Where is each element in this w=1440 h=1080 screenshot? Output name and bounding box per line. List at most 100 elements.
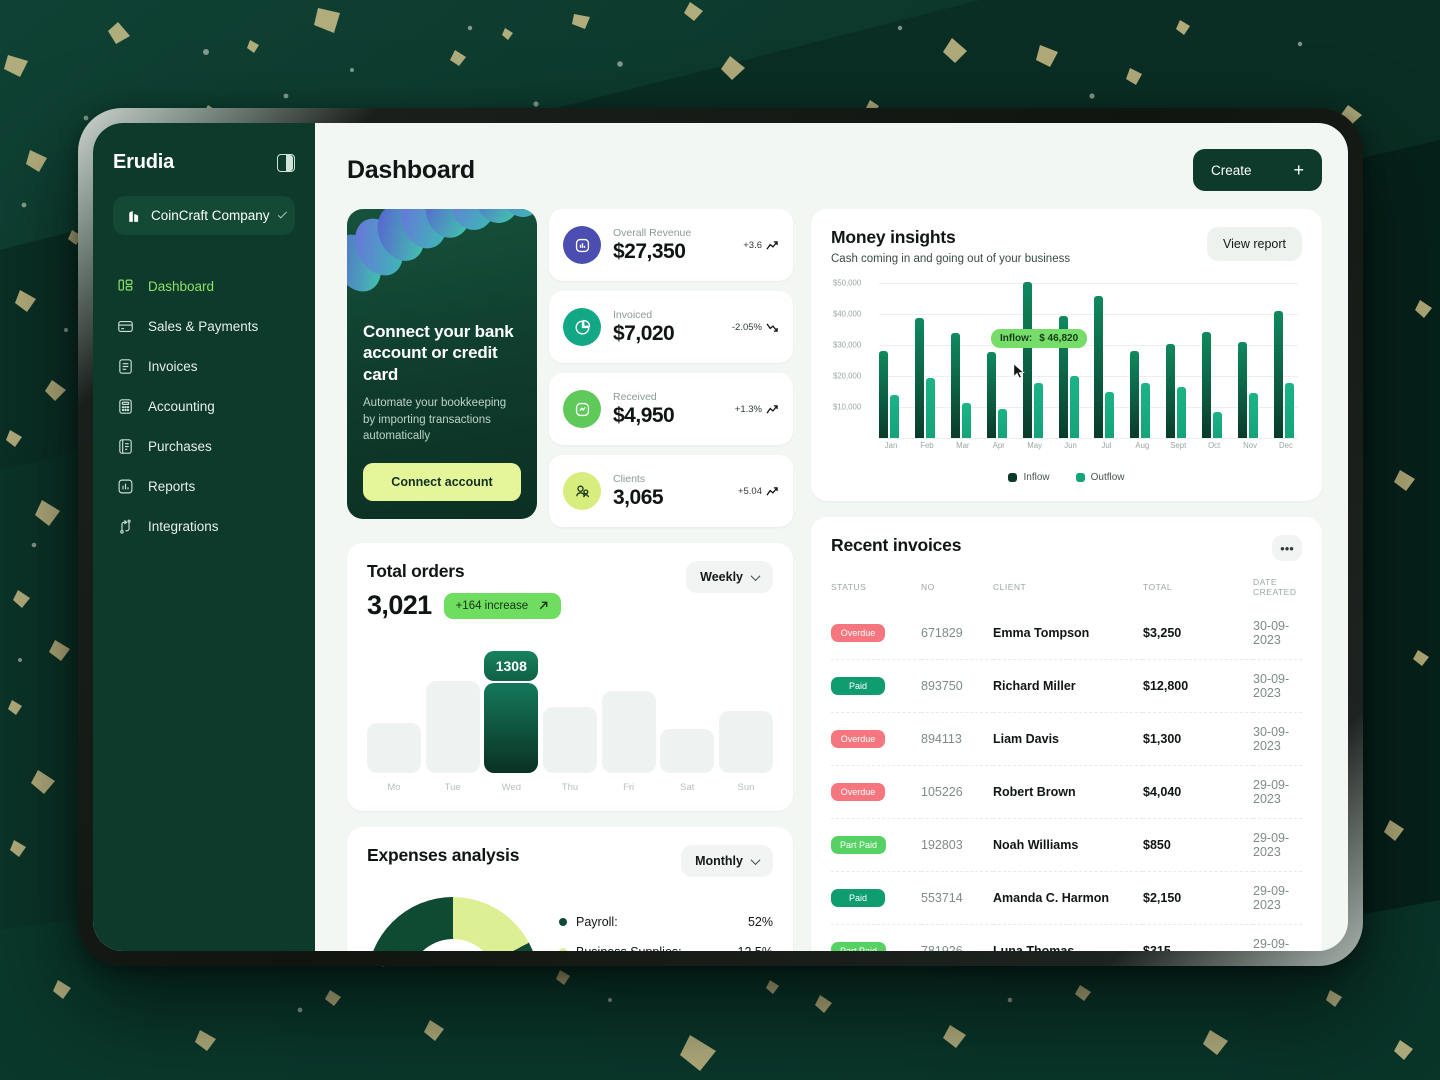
status-badge: Part Paid <box>831 942 887 951</box>
page-header: Dashboard Create + <box>347 149 1322 191</box>
total-orders-period-select[interactable]: Weekly <box>686 561 773 593</box>
sidebar-item-label: Integrations <box>148 519 219 534</box>
sidebar-item-label: Accounting <box>148 399 215 414</box>
expenses-period-select[interactable]: Monthly <box>681 845 773 877</box>
legend-item-outflow: Outflow <box>1075 472 1125 483</box>
table-row[interactable]: Paid 893750 Richard Miller $12,800 30-09-202… <box>831 659 1302 713</box>
bar-group-feb[interactable] <box>914 318 939 438</box>
activity-icon <box>563 390 601 428</box>
cell-date: 30-09-2023 <box>1253 607 1302 660</box>
card-icon <box>118 320 133 333</box>
bar-group-mar[interactable] <box>950 333 975 438</box>
users-icon <box>563 472 601 510</box>
orders-bar-label: Mo <box>387 782 401 793</box>
table-row[interactable]: Overdue 671829 Emma Tompson $3,250 30-09-202… <box>831 607 1302 660</box>
cell-total: $3,250 <box>1143 607 1253 660</box>
bar-chart-icon <box>118 479 133 494</box>
stat-value: $4,950 <box>613 403 675 427</box>
stat-card-clients[interactable]: Clients 3,065 +5.04 <box>549 455 793 527</box>
table-row[interactable]: Part Paid 192803 Noah Williams $850 29-09-20… <box>831 818 1302 872</box>
expenses-legend-item: Business Supplies: 12,5% <box>559 945 773 951</box>
stats-cards: Overall Revenue $27,350 +3.6 Invoiced $7… <box>549 209 793 527</box>
x-axis-label: Feb <box>920 441 934 450</box>
orders-bar-tue[interactable]: Tue <box>425 681 480 793</box>
stat-delta: +3.6 <box>743 240 779 251</box>
trend-down-icon <box>766 322 778 332</box>
x-axis-label: Oct <box>1208 441 1221 450</box>
money-insights-title: Money insights <box>831 227 956 247</box>
money-insights-card: Money insights Cash coming in and going … <box>811 209 1322 501</box>
sidebar-header: Erudia <box>113 151 295 174</box>
sidebar-item-sales-payments[interactable]: Sales & Payments <box>113 309 295 344</box>
promo-and-stats-row: Connect your bank account or credit card… <box>347 209 793 527</box>
orders-bar-sun[interactable]: Sun <box>718 711 773 793</box>
sidebar-item-accounting[interactable]: Accounting <box>113 389 295 424</box>
x-axis-label: Nov <box>1243 441 1257 450</box>
table-row[interactable]: Overdue 894113 Liam Davis $1,300 30-09-2023 <box>831 712 1302 766</box>
create-button[interactable]: Create + <box>1192 149 1322 191</box>
sidebar-item-integrations[interactable]: Integrations <box>113 509 295 544</box>
trend-up-icon <box>766 240 778 250</box>
bar-group-jul[interactable] <box>1094 296 1118 438</box>
orders-bar-thu[interactable]: Thu <box>542 707 597 793</box>
chart-tooltip: Inflow: $ 46,820 <box>991 329 1088 348</box>
orders-bar-mo[interactable]: Mo <box>367 723 421 793</box>
cell-no: 553714 <box>921 871 993 925</box>
legend-dot-icon <box>1075 473 1085 482</box>
expenses-legend-item: Payroll: 52% <box>559 915 773 929</box>
trend-up-icon <box>766 486 778 496</box>
expenses-legend-value: 12,5% <box>738 945 773 951</box>
bar-group-jan[interactable] <box>879 351 903 438</box>
orders-bar-fri[interactable]: Fri <box>601 691 656 793</box>
sidebar-item-dashboard[interactable]: Dashboard <box>113 269 295 304</box>
connect-account-button[interactable]: Connect account <box>363 463 521 501</box>
legend-label: Inflow <box>1023 472 1050 483</box>
orders-bar-wed[interactable]: 1308 Wed <box>484 651 539 793</box>
expenses-donut-chart <box>367 897 539 951</box>
bar-group-apr[interactable] <box>986 352 1011 438</box>
cell-total: $12,800 <box>1143 659 1253 713</box>
plus-icon: + <box>1293 160 1304 180</box>
orders-bar-label: Tue <box>444 782 461 793</box>
stat-card-overall-revenue[interactable]: Overall Revenue $27,350 +3.6 <box>549 209 793 281</box>
expenses-legend-label: Payroll: <box>576 915 618 929</box>
table-row[interactable]: Overdue 105226 Robert Brown $4,040 29-09-202… <box>831 765 1302 819</box>
total-orders-period-label: Weekly <box>700 570 743 584</box>
money-insights-subtitle: Cash coming in and going out of your bus… <box>831 253 1071 265</box>
stat-delta: +1.3% <box>735 404 779 415</box>
x-axis-label: Aug <box>1135 441 1150 450</box>
stat-label: Invoiced <box>613 308 653 321</box>
bar-group-may[interactable] <box>1022 282 1047 438</box>
bar-group-oct[interactable] <box>1202 332 1226 438</box>
status-badge: Paid <box>831 889 885 907</box>
total-orders-chart: Mo Tue 1308 Wed Thu Fri Sat Sun <box>367 643 773 793</box>
total-orders-badge-label: +164 increase <box>455 599 529 612</box>
view-report-button[interactable]: View report <box>1207 227 1302 261</box>
table-row[interactable]: Part Paid 781926Luna Thomas$31529-09-2023 <box>831 924 1302 951</box>
panel-toggle-icon[interactable] <box>277 153 295 172</box>
company-name: CoinCraft Company <box>151 208 270 223</box>
sidebar-item-invoices[interactable]: Invoices <box>113 349 295 384</box>
stat-card-received[interactable]: Received $4,950 +1.3% <box>549 373 793 445</box>
sidebar-item-purchases[interactable]: Purchases <box>113 429 295 464</box>
bar-group-sept[interactable] <box>1166 344 1190 438</box>
cell-no: 893750 <box>921 659 993 713</box>
table-header: STATUS NO CLIENT TOTAL DATE CREATED <box>831 577 1302 607</box>
stat-delta-value: +1.3% <box>734 403 762 415</box>
stat-card-invoiced[interactable]: Invoiced $7,020 -2.05% <box>549 291 793 363</box>
bar-group-nov[interactable] <box>1238 342 1262 438</box>
bar-group-aug[interactable] <box>1130 351 1154 438</box>
table-row[interactable]: Paid 553714 Amanda C. Harmon $2,150 29-09-20… <box>831 871 1302 925</box>
column-header-no: NO <box>921 582 935 592</box>
status-badge: Overdue <box>831 624 885 642</box>
cell-client: Richard Miller <box>993 659 1143 713</box>
sidebar-item-reports[interactable]: Reports <box>113 469 295 504</box>
bar-group-dec[interactable] <box>1273 311 1298 438</box>
orders-bar-sat[interactable]: Sat <box>660 729 715 793</box>
total-orders-card: Total orders 3,021 +164 increase Weekly <box>347 543 793 811</box>
table-body: Overdue 671829 Emma Tompson $3,250 30-09-202… <box>831 607 1302 951</box>
cell-status: Paid <box>831 871 921 925</box>
company-switcher[interactable]: CoinCraft Company <box>113 196 295 235</box>
more-horizontal-icon[interactable]: ••• <box>1272 535 1302 561</box>
mouse-cursor-icon <box>1013 363 1025 379</box>
